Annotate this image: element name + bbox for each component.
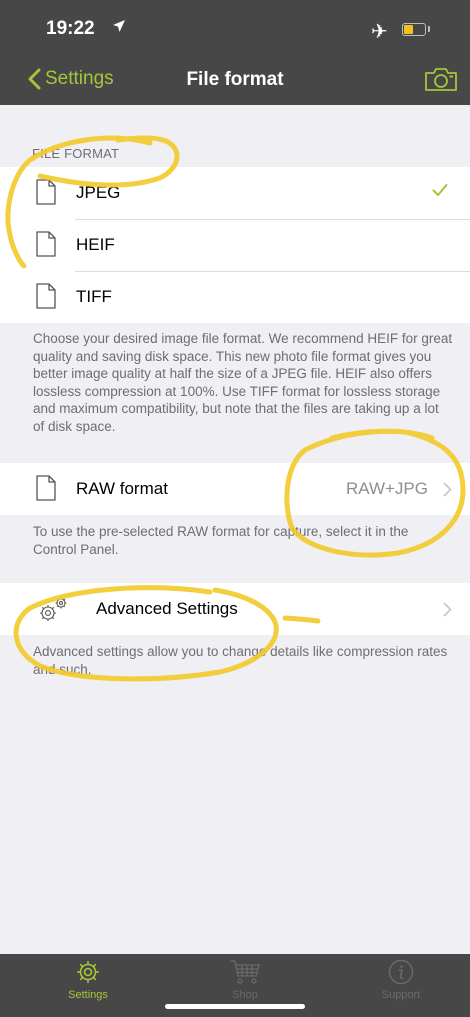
info-icon (388, 959, 414, 985)
shopping-cart-icon (230, 960, 260, 984)
raw-format-value: RAW+JPG (345, 479, 428, 498)
tab-label: Settings (68, 989, 108, 1001)
list-item-heif[interactable]: HEIF (0, 219, 470, 271)
document-icon (36, 283, 56, 309)
list-item-jpeg[interactable]: JPEG (0, 167, 470, 219)
tab-label: Shop (232, 989, 258, 1001)
tab-settings[interactable]: Settings (38, 959, 138, 1001)
battery-icon (402, 23, 426, 36)
file-format-list: JPEG HEIF TIFF (0, 167, 470, 323)
status-bar: 19:22 ✈ (0, 0, 470, 54)
chevron-right-icon (443, 482, 452, 497)
file-format-label: HEIF (76, 235, 115, 254)
home-indicator (165, 1004, 305, 1009)
file-format-label: TIFF (76, 287, 112, 306)
document-icon (36, 179, 56, 205)
file-format-description: Choose your desired image file format. W… (33, 331, 453, 434)
advanced-settings-label: Advanced Settings (96, 599, 238, 618)
advanced-settings-description: Advanced settings allow you to change de… (33, 644, 448, 677)
page-title: File format (186, 69, 284, 90)
location-arrow-icon (113, 20, 125, 32)
advanced-settings-row[interactable]: Advanced Settings (0, 583, 470, 635)
list-item-tiff[interactable]: TIFF (0, 271, 470, 323)
document-icon (36, 231, 56, 257)
navigation-bar: Settings File format (0, 54, 470, 105)
battery-tip (428, 26, 430, 32)
chevron-right-icon (443, 602, 452, 617)
tab-support[interactable]: Support (351, 959, 451, 1001)
settings-gear-icon (77, 961, 99, 983)
status-time: 19:22 (46, 18, 95, 39)
section-header-file-format: FILE FORMAT (32, 146, 120, 161)
gears-icon (40, 597, 67, 621)
document-icon (36, 475, 56, 501)
checkmark-icon (432, 184, 448, 196)
file-format-label: JPEG (76, 183, 121, 202)
camera-icon[interactable] (424, 66, 458, 92)
tab-label: Support (381, 989, 421, 1001)
advanced-settings-group: Advanced Settings (0, 583, 470, 635)
tab-shop[interactable]: Shop (195, 959, 295, 1001)
airplane-mode-icon: ✈ (371, 21, 388, 43)
raw-format-description: To use the pre-selected RAW format for c… (33, 524, 409, 557)
raw-format-label: RAW format (76, 479, 168, 498)
raw-format-group: RAW format RAW+JPG (0, 463, 470, 515)
raw-format-row[interactable]: RAW format RAW+JPG (0, 463, 470, 515)
